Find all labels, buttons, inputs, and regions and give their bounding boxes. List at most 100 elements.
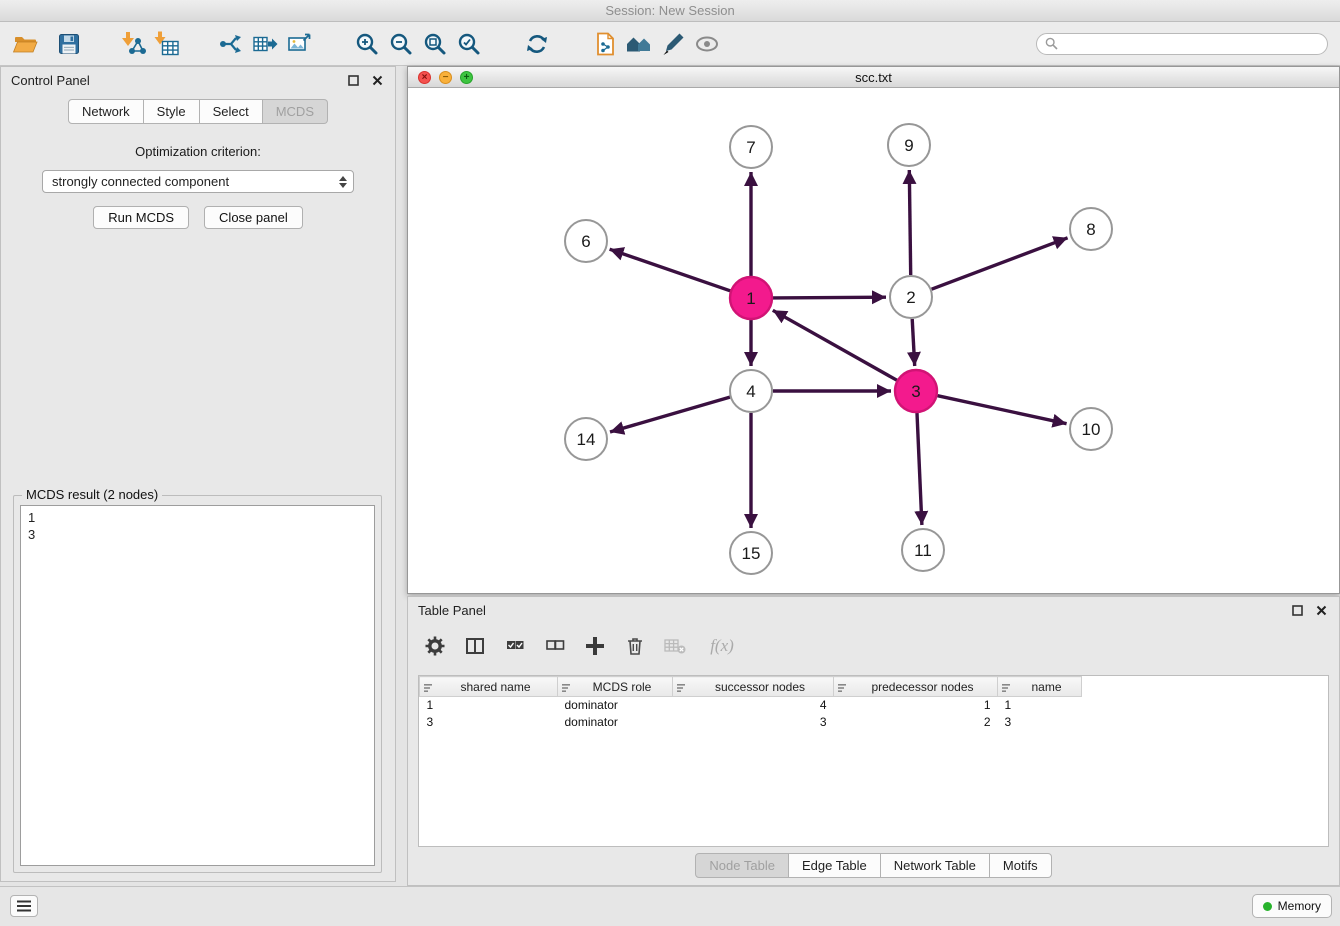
home-overview-button[interactable] — [622, 26, 656, 62]
tab-network[interactable]: Network — [68, 99, 144, 124]
network-arrows-button[interactable] — [214, 26, 248, 62]
minimize-window-button[interactable]: − — [439, 71, 452, 84]
graph-edge[interactable] — [773, 297, 886, 298]
maximize-window-button[interactable]: + — [460, 71, 473, 84]
float-table-panel-icon[interactable] — [1289, 602, 1305, 618]
column-header-shared-name[interactable]: shared name — [420, 677, 558, 697]
export-table-button[interactable] — [248, 26, 282, 62]
tab-mcds[interactable]: MCDS — [263, 99, 328, 124]
table-cell: 1 — [420, 697, 558, 714]
mcds-result-title: MCDS result (2 nodes) — [22, 487, 162, 502]
tab-node-table[interactable]: Node Table — [695, 853, 789, 878]
refresh-layout-button[interactable] — [520, 26, 554, 62]
zoom-out-button[interactable] — [384, 26, 418, 62]
svg-text:15: 15 — [742, 544, 761, 563]
select-all-button[interactable] — [500, 631, 530, 661]
graph-node[interactable]: 14 — [565, 418, 607, 460]
graph-edge[interactable] — [932, 238, 1068, 289]
graph-edge[interactable] — [912, 319, 915, 366]
graph-edge[interactable] — [610, 249, 731, 291]
svg-text:3: 3 — [911, 382, 920, 401]
graph-node[interactable]: 11 — [902, 529, 944, 571]
export-image-button[interactable] — [282, 26, 316, 62]
gear-icon — [425, 636, 445, 656]
mcds-result-list: 1 3 — [20, 505, 375, 866]
graph-node[interactable]: 2 — [890, 276, 932, 318]
graph-node[interactable]: 7 — [730, 126, 772, 168]
network-canvas[interactable]: 7 9 6 8 1 2 4 3 14 10 15 11 — [408, 89, 1339, 593]
svg-text:7: 7 — [746, 138, 755, 157]
column-header-mcds-role[interactable]: MCDS role — [558, 677, 673, 697]
tab-select[interactable]: Select — [200, 99, 263, 124]
table-panel-header: Table Panel — [408, 597, 1339, 623]
graph-edge[interactable] — [917, 413, 922, 525]
show-columns-button[interactable] — [460, 631, 490, 661]
close-table-panel-icon[interactable] — [1313, 602, 1329, 618]
svg-text:9: 9 — [904, 136, 913, 155]
close-window-button[interactable]: × — [418, 71, 431, 84]
memory-button-label: Memory — [1278, 899, 1321, 913]
float-panel-icon[interactable] — [345, 72, 361, 88]
document-network-button[interactable] — [588, 26, 622, 62]
table-cell: 3 — [998, 714, 1082, 731]
column-header-predecessor-nodes[interactable]: predecessor nodes — [834, 677, 998, 697]
tab-motifs[interactable]: Motifs — [990, 853, 1052, 878]
import-network-button[interactable] — [116, 26, 150, 62]
style-brush-button[interactable] — [656, 26, 690, 62]
zoom-selected-icon — [456, 31, 482, 57]
deselect-all-button[interactable] — [540, 631, 570, 661]
graph-edge[interactable] — [909, 170, 910, 275]
table-row[interactable]: 1dominator411 — [420, 697, 1082, 714]
tab-edge-table[interactable]: Edge Table — [789, 853, 881, 878]
delete-button[interactable] — [620, 631, 650, 661]
table-row[interactable]: 3dominator323 — [420, 714, 1082, 731]
control-panel-tabs: Network Style Select MCDS — [1, 99, 395, 124]
graph-node[interactable]: 1 — [730, 277, 772, 319]
delete-table-icon — [664, 636, 686, 656]
graph-node[interactable]: 9 — [888, 124, 930, 166]
show-hide-button[interactable] — [690, 26, 724, 62]
zoom-in-button[interactable] — [350, 26, 384, 62]
graph-node[interactable]: 6 — [565, 220, 607, 262]
network-graph[interactable]: 7 9 6 8 1 2 4 3 14 10 15 11 — [408, 89, 1340, 595]
task-history-button[interactable] — [10, 895, 38, 917]
open-file-button[interactable] — [8, 26, 42, 62]
graph-node[interactable]: 10 — [1070, 408, 1112, 450]
run-mcds-button[interactable]: Run MCDS — [93, 206, 189, 229]
add-column-button[interactable] — [580, 631, 610, 661]
table-settings-button[interactable] — [420, 631, 450, 661]
close-panel-button[interactable]: Close panel — [204, 206, 303, 229]
home-overview-icon — [626, 31, 652, 57]
search-input[interactable] — [1063, 37, 1319, 51]
export-table-icon — [252, 31, 278, 57]
zoom-fit-button[interactable] — [418, 26, 452, 62]
column-header-successor-nodes[interactable]: successor nodes — [673, 677, 834, 697]
table-cell: dominator — [558, 697, 673, 714]
table-panel-title: Table Panel — [418, 603, 486, 618]
memory-button[interactable]: Memory — [1252, 894, 1332, 918]
select-all-icon — [505, 636, 525, 656]
import-table-button[interactable] — [150, 26, 184, 62]
tab-style[interactable]: Style — [144, 99, 200, 124]
criterion-dropdown[interactable]: strongly connected component — [42, 170, 354, 193]
column-header-name[interactable]: name — [998, 677, 1082, 697]
mcds-result-value: 1 — [28, 509, 367, 526]
save-session-button[interactable] — [52, 26, 86, 62]
dropdown-stepper-icon — [339, 176, 349, 188]
node-table-container: shared name MCDS role successor nodes pr… — [418, 675, 1329, 847]
graph-node[interactable]: 15 — [730, 532, 772, 574]
graph-edge[interactable] — [773, 310, 897, 380]
graph-node[interactable]: 8 — [1070, 208, 1112, 250]
sort-icon — [677, 682, 687, 696]
graph-edge[interactable] — [938, 396, 1067, 424]
sort-icon — [562, 682, 572, 696]
search-field[interactable] — [1036, 33, 1328, 55]
zoom-selected-button[interactable] — [452, 26, 486, 62]
tab-network-table[interactable]: Network Table — [881, 853, 990, 878]
graph-node[interactable]: 3 — [895, 370, 937, 412]
list-icon — [17, 900, 31, 912]
graph-node[interactable]: 4 — [730, 370, 772, 412]
control-panel: Control Panel Network Style Select MCDS … — [0, 66, 396, 882]
close-panel-icon[interactable] — [369, 72, 385, 88]
graph-edge[interactable] — [610, 397, 730, 432]
